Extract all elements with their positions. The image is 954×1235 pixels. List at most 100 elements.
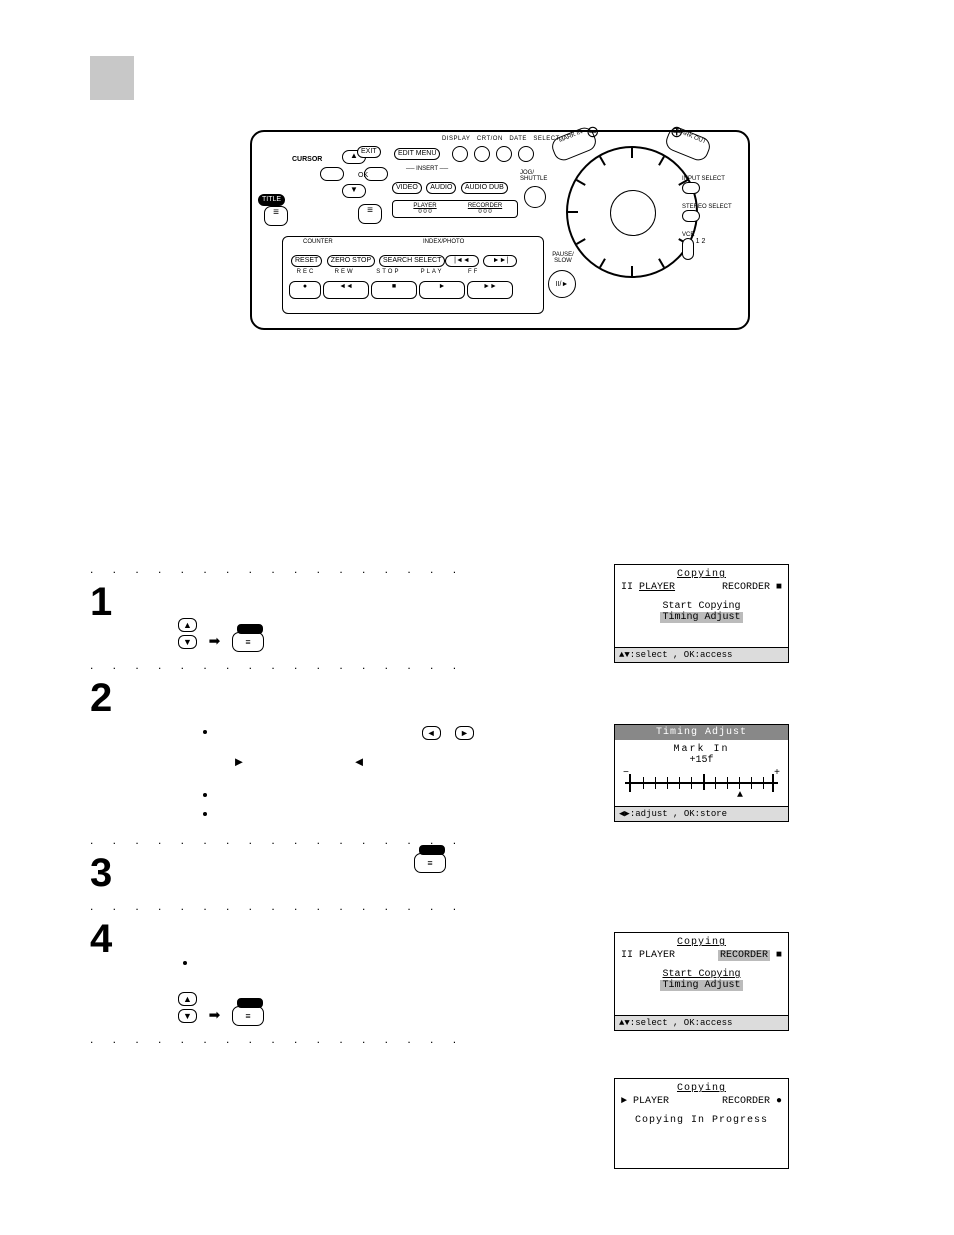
step-1-number: 1	[90, 582, 120, 622]
step1-ok-icon: ≡	[232, 632, 266, 652]
osd2-scale: − + ▲	[625, 772, 778, 796]
cursor-down-button[interactable]: ▼	[342, 184, 366, 198]
step2-bullet-1: ◄ ► ► ◄	[218, 724, 498, 769]
display-button[interactable]	[452, 146, 468, 162]
arrow-right-icon: ➡	[209, 633, 221, 649]
transport-panel: COUNTER INDEX/PHOTO RESET ZERO STOP SEAR…	[282, 236, 544, 314]
exit-button[interactable]: EXIT	[357, 146, 381, 158]
ok-label-text: OK	[358, 172, 368, 179]
osd2-footer: ◀▶:adjust , OK:store	[615, 806, 788, 821]
rec-button[interactable]: ●	[289, 281, 321, 299]
dot-rule: . . . . . . . . . . . . . . . . . . . . …	[90, 831, 470, 849]
right-cursor-icon: ►	[455, 726, 474, 740]
step4-ok-icon: ≡	[232, 1006, 266, 1026]
osd1-title: Copying	[621, 569, 782, 582]
osd3-footer: ▲▼:select , OK:access	[615, 1015, 788, 1030]
dot-rule: . . . . . . . . . . . . . . . . . . . . …	[90, 560, 470, 578]
step2-bullet-2	[218, 787, 498, 802]
insert-video-button[interactable]: VIDEO	[392, 182, 422, 194]
input-select-column: INPUT SELECT STEREO SELECT VCR 1 2	[682, 176, 732, 262]
insert-audiodub-button[interactable]: AUDIO DUB	[461, 182, 508, 194]
stereo-select-button[interactable]	[682, 210, 700, 222]
arrow-right-icon: ➡	[209, 1007, 221, 1023]
osd4-title: Copying	[621, 1083, 782, 1096]
step-2-number: 2	[90, 678, 120, 718]
step-4-number: 4	[90, 919, 120, 959]
index-section-label: INDEX/PHOTO	[423, 239, 464, 245]
vcr-switch[interactable]	[682, 238, 694, 260]
step1-down-icon: ▼	[178, 635, 197, 649]
select-button[interactable]	[518, 146, 534, 162]
osd-copying-1: Copying II PLAYER RECORDER ■ Start Copyi…	[614, 564, 789, 663]
osd3-line1: Start Copying	[662, 969, 740, 980]
play-arrow-icon: ►	[232, 754, 245, 769]
reset-button[interactable]: RESET	[291, 255, 322, 267]
vcr-12-label: 1 2	[696, 238, 706, 245]
rew-arrow-icon: ◄	[353, 754, 366, 769]
step-3: 3 ≡	[90, 853, 550, 893]
step1-up-icon: ▲	[178, 618, 197, 632]
rec-label: REC	[291, 269, 321, 275]
title-button[interactable]: TITLE	[258, 194, 285, 206]
ok-menu-button[interactable]: ≡	[358, 204, 382, 224]
rew-label: REW	[325, 269, 365, 275]
rew-button[interactable]: ◄◄	[323, 281, 369, 299]
osd-copying-2: Copying II PLAYER RECORDER ■ Start Copyi…	[614, 932, 789, 1031]
top-row-labels: DISPLAY CRT/ON DATE SELECT	[442, 136, 560, 142]
cursor-pad: ▲ ▼	[320, 150, 390, 202]
edit-menu-button[interactable]: EDIT MENU	[394, 148, 440, 160]
counter-display: PLAYER RECORDER 0 0 0 0 0 0	[392, 200, 518, 218]
play-label: PLAY	[412, 269, 452, 275]
osd-copying-progress: Copying ► PLAYER RECORDER ● Copying In P…	[614, 1078, 789, 1169]
manual-page: CURSOR ▲ ▼ EXIT OK TITLE ≡ DISPLAY CRT/O…	[0, 0, 954, 1235]
step2-bullet-3	[218, 806, 498, 821]
page-number-placeholder	[90, 56, 134, 100]
cursor-left-button[interactable]	[320, 167, 344, 181]
pause-slow-label: PAUSE/ SLOW	[548, 252, 578, 264]
cursor-label: CURSOR	[292, 156, 322, 163]
dot-rule: . . . . . . . . . . . . . . . . . . . . …	[90, 897, 470, 915]
dot-rule: . . . . . . . . . . . . . . . . . . . . …	[90, 656, 470, 674]
osd-timing-adjust: Timing Adjust Mark In +15f − +	[614, 724, 789, 822]
crton-button[interactable]	[474, 146, 490, 162]
pause-slow-button[interactable]: II/►	[548, 270, 576, 298]
step3-ok-icon: ≡	[414, 853, 448, 873]
search-select-button[interactable]: SEARCH SELECT	[379, 255, 445, 267]
step-1: 1 ▲ ▼ ➡ ≡	[90, 582, 550, 652]
left-cursor-icon: ◄	[422, 726, 441, 740]
insert-audio-button[interactable]: AUDIO	[426, 182, 456, 194]
step-4: 4 ▲ ▼ ➡ ≡	[90, 919, 550, 1026]
date-button[interactable]	[496, 146, 512, 162]
osd2-mark: Mark In	[621, 744, 782, 755]
vcr-label: VCR	[682, 232, 732, 238]
osd2-title: Timing Adjust	[615, 725, 788, 740]
step4-up-icon: ▲	[178, 992, 197, 1006]
osd1-line2: Timing Adjust	[660, 612, 742, 623]
index-prev-button[interactable]: |◄◄	[445, 255, 479, 267]
osd3-title: Copying	[621, 937, 782, 950]
input-select-button[interactable]	[682, 182, 700, 194]
zerostop-button[interactable]: ZERO STOP	[327, 255, 375, 267]
insert-label: ── INSERT ──	[406, 166, 448, 172]
jog-dial-center[interactable]	[610, 190, 656, 236]
counter-section-label: COUNTER	[303, 239, 333, 245]
osd3-line2: Timing Adjust	[660, 980, 742, 991]
osd1-footer: ▲▼:select , OK:access	[615, 647, 788, 662]
osd4-line: Copying In Progress	[621, 1115, 782, 1126]
play-button[interactable]: ►	[419, 281, 465, 299]
jog-shuttle-label: JOG/ SHUTTLE	[520, 170, 550, 182]
jog-dial[interactable]	[566, 146, 698, 278]
step-2: 2 ◄ ► ► ◄	[90, 678, 550, 827]
title-menu-button[interactable]: ≡	[264, 206, 288, 226]
osd1-line1: Start Copying	[621, 601, 782, 612]
osd2-value: +15f	[621, 755, 782, 766]
stop-button[interactable]: ■	[371, 281, 417, 299]
index-next-button[interactable]: ►►|	[483, 255, 517, 267]
jog-shuttle-button[interactable]	[524, 186, 546, 208]
ff-label: FF	[456, 269, 492, 275]
step-3-number: 3	[90, 853, 120, 893]
step4-down-icon: ▼	[178, 1009, 197, 1023]
dot-rule: . . . . . . . . . . . . . . . . . . . . …	[90, 1030, 470, 1048]
stop-label: STOP	[368, 269, 408, 275]
ff-button[interactable]: ►►	[467, 281, 513, 299]
